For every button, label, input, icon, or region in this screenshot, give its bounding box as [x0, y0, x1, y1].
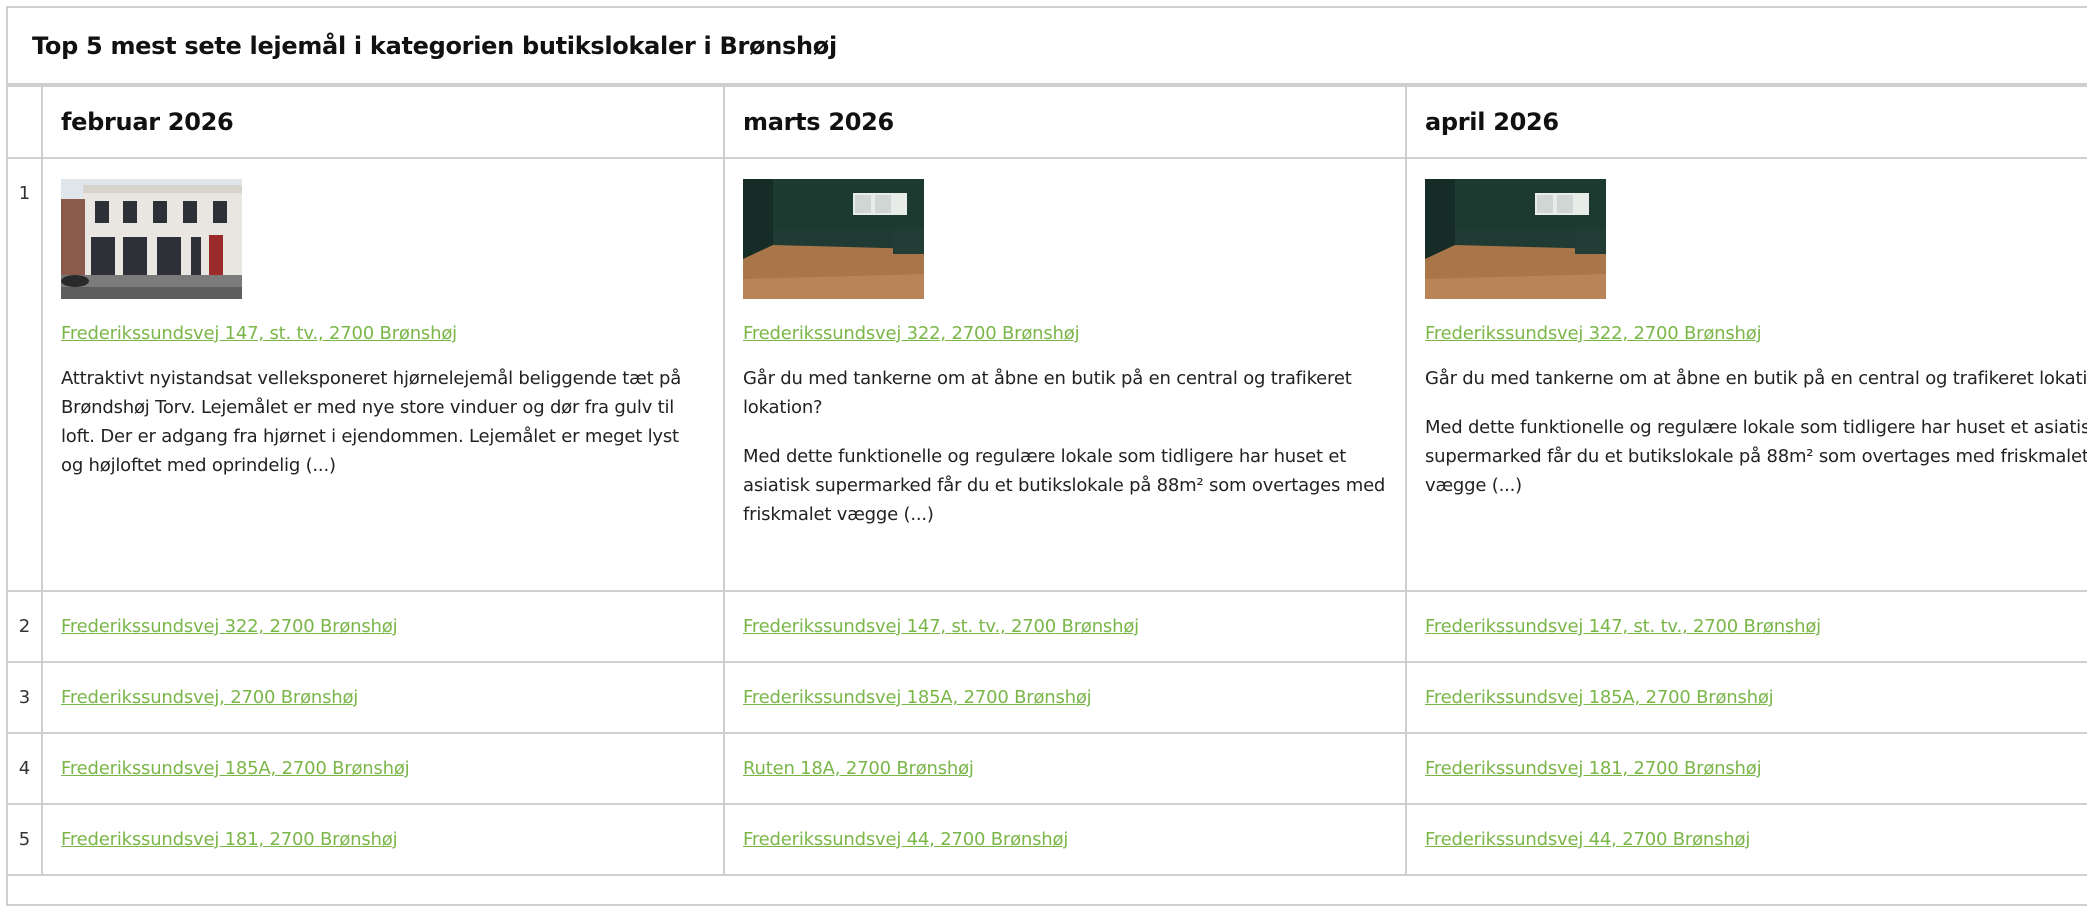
- listing-cell: Frederikssundsvej 147, st. tv., 2700 Brø…: [1405, 590, 2087, 663]
- listing-address-link[interactable]: Frederikssundsvej 181, 2700 Brønshøj: [61, 829, 398, 850]
- rank-number: 2: [8, 590, 43, 663]
- listing-address-link[interactable]: Frederikssundsvej 147, st. tv., 2700 Brø…: [1425, 616, 1821, 637]
- column-header: februar 2026: [41, 85, 725, 159]
- table-row: 2 Frederikssundsvej 322, 2700 Brønshøj F…: [8, 590, 2087, 663]
- listing-address-link[interactable]: Frederikssundsvej 185A, 2700 Brønshøj: [743, 687, 1092, 708]
- listing-cell: Frederikssundsvej 181, 2700 Brønshøj: [1405, 732, 2087, 805]
- listing-address-link[interactable]: Frederikssundsvej 44, 2700 Brønshøj: [1425, 829, 1750, 850]
- listing-description: Med dette funktionelle og regulære lokal…: [743, 446, 1386, 525]
- listing-cell: Frederikssundsvej 147, st. tv., 2700 Brø…: [723, 590, 1407, 663]
- listing-description: Attraktivt nyistandsat velleksponeret hj…: [61, 368, 682, 476]
- listing-photo-interior[interactable]: [1425, 179, 1606, 299]
- panel-title: Top 5 mest sete lejemål i kategorien but…: [8, 8, 2087, 85]
- listing-address-link[interactable]: Frederikssundsvej 147, st. tv., 2700 Brø…: [61, 323, 457, 344]
- listing-cell: Frederikssundsvej, 2700 Brønshøj: [41, 661, 725, 734]
- listing-cell: Frederikssundsvej 147, st. tv., 2700 Brø…: [41, 157, 725, 592]
- column-header: april 2026: [1405, 85, 2087, 159]
- listing-address-link[interactable]: Frederikssundsvej 185A, 2700 Brønshøj: [61, 758, 410, 779]
- listing-cell: Frederikssundsvej 322, 2700 Brønshøj: [41, 590, 725, 663]
- top-rentals-table: februar 2026 marts 2026 april 2026 1 Fre…: [8, 85, 2087, 876]
- header-row: februar 2026 marts 2026 april 2026: [8, 85, 2087, 159]
- rank-header: [8, 85, 43, 159]
- listing-address-link[interactable]: Frederikssundsvej 147, st. tv., 2700 Brø…: [743, 616, 1139, 637]
- rank-number: 1: [8, 157, 43, 592]
- table-row: 1 Frederikssundsvej 147, st. tv., 2700 B…: [8, 157, 2087, 592]
- listing-address-link[interactable]: Frederikssundsvej, 2700 Brønshøj: [61, 687, 358, 708]
- listing-address-link[interactable]: Frederikssundsvej 181, 2700 Brønshøj: [1425, 758, 1762, 779]
- listing-description: Med dette funktionelle og regulære lokal…: [1425, 417, 2087, 496]
- listing-address-link[interactable]: Ruten 18A, 2700 Brønshøj: [743, 758, 974, 779]
- listing-cell: Frederikssundsvej 44, 2700 Brønshøj: [723, 803, 1407, 876]
- listing-address-link[interactable]: Frederikssundsvej 44, 2700 Brønshøj: [743, 829, 1068, 850]
- listing-cell: Frederikssundsvej 181, 2700 Brønshøj: [41, 803, 725, 876]
- listing-description: Går du med tankerne om at åbne en butik …: [1425, 368, 2087, 389]
- table-row: 3 Frederikssundsvej, 2700 Brønshøj Frede…: [8, 661, 2087, 734]
- listing-photo-interior[interactable]: [743, 179, 924, 299]
- listing-address-link[interactable]: Frederikssundsvej 322, 2700 Brønshøj: [743, 323, 1080, 344]
- table-row: 5 Frederikssundsvej 181, 2700 Brønshøj F…: [8, 803, 2087, 876]
- listing-photo-storefront[interactable]: [61, 179, 242, 299]
- table-row: 4 Frederikssundsvej 185A, 2700 Brønshøj …: [8, 732, 2087, 805]
- column-header: marts 2026: [723, 85, 1407, 159]
- listing-cell: Frederikssundsvej 185A, 2700 Brønshøj: [723, 661, 1407, 734]
- listing-cell: Ruten 18A, 2700 Brønshøj: [723, 732, 1407, 805]
- listing-cell: Frederikssundsvej 44, 2700 Brønshøj: [1405, 803, 2087, 876]
- listing-address-link[interactable]: Frederikssundsvej 185A, 2700 Brønshøj: [1425, 687, 1774, 708]
- rank-number: 5: [8, 803, 43, 876]
- listing-description: Går du med tankerne om at åbne en butik …: [743, 368, 1352, 418]
- listing-cell: Frederikssundsvej 185A, 2700 Brønshøj: [41, 732, 725, 805]
- listing-address-link[interactable]: Frederikssundsvej 322, 2700 Brønshøj: [61, 616, 398, 637]
- listing-address-link[interactable]: Frederikssundsvej 322, 2700 Brønshøj: [1425, 323, 1762, 344]
- top-rentals-panel: Top 5 mest sete lejemål i kategorien but…: [6, 6, 2087, 906]
- rank-number: 4: [8, 732, 43, 805]
- listing-cell: Frederikssundsvej 185A, 2700 Brønshøj: [1405, 661, 2087, 734]
- listing-cell: Frederikssundsvej 322, 2700 Brønshøj Går…: [723, 157, 1407, 592]
- listing-cell: Frederikssundsvej 322, 2700 Brønshøj Går…: [1405, 157, 2087, 592]
- rank-number: 3: [8, 661, 43, 734]
